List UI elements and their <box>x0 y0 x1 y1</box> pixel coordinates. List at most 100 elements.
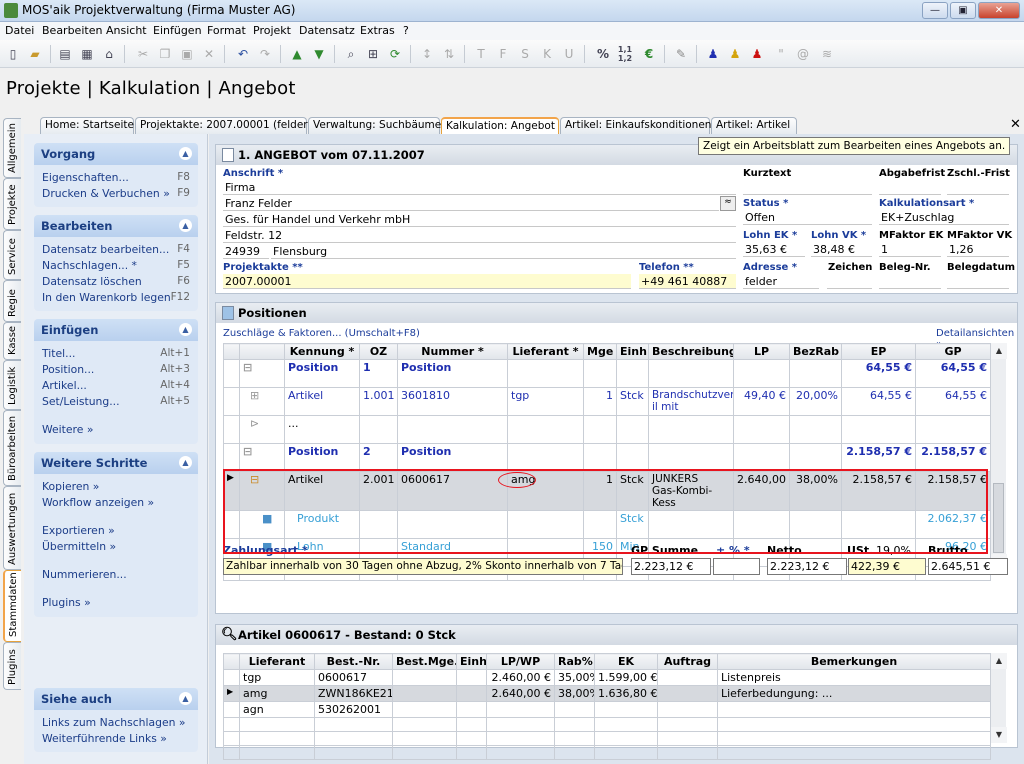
scroll-up-icon[interactable]: ▲ <box>991 653 1007 669</box>
cell-rab[interactable]: 38,00% <box>554 685 595 702</box>
refresh-icon[interactable]: ⟳ <box>386 45 404 63</box>
cell-lp-wp[interactable]: 2.460,00 € <box>486 669 555 686</box>
menu-help[interactable]: ? <box>403 24 409 37</box>
link-nachschlagen-links[interactable]: Links zum Nachschlagen » <box>42 716 186 729</box>
kurztext-field[interactable] <box>743 180 872 195</box>
tab-verwaltung[interactable]: Verwaltung: Suchbäume <box>308 117 441 134</box>
col-beschreibung[interactable]: Beschreibung <box>648 343 734 360</box>
sort-desc-icon[interactable]: ⇅ <box>440 45 458 63</box>
table-row[interactable]: ⊳ ... <box>223 415 991 444</box>
positions-scrollbar[interactable]: ▲ ▼ <box>990 343 1007 570</box>
link-drucken[interactable]: Drucken & Verbuchen » <box>42 187 170 200</box>
find-icon[interactable]: ⊞ <box>364 45 382 63</box>
cell-nummer[interactable]: Position <box>397 443 508 472</box>
cell-kennung[interactable]: Artikel <box>284 387 360 416</box>
table-row[interactable]: ⊟ Position 1 Position 64,55 € 64,55 € <box>223 359 991 388</box>
collapse-icon[interactable]: ▲ <box>179 323 192 336</box>
cell-kennung[interactable]: Position <box>284 443 360 472</box>
close-window-button[interactable]: ✕ <box>978 2 1020 19</box>
link-warenkorb[interactable]: In den Warenkorb legen <box>42 291 171 304</box>
maximize-button[interactable]: ▣ <box>950 2 976 19</box>
link-weiterfuehrende[interactable]: Weiterführende Links » <box>42 732 167 745</box>
sidetab-projekte[interactable]: Projekte <box>3 178 21 230</box>
cell-oz[interactable]: 2.001 <box>359 471 398 511</box>
col-lp[interactable]: LP <box>733 343 790 360</box>
cell-gp[interactable]: 2.158,57 € <box>915 443 991 472</box>
collapse-icon[interactable]: ▲ <box>179 147 192 160</box>
cell-nummer[interactable]: 0600617 <box>397 471 508 511</box>
link-exportieren[interactable]: Exportieren » <box>42 524 115 537</box>
minimize-button[interactable]: — <box>922 2 948 19</box>
cell-ep[interactable]: 64,55 € <box>841 387 916 416</box>
belegdatum-field[interactable] <box>947 274 1009 289</box>
cell-ek[interactable]: 1.599,00 € <box>594 669 658 686</box>
supplier-scrollbar[interactable]: ▲ ▼ <box>990 653 1007 743</box>
tab-einkaufskonditionen[interactable]: Artikel: Einkaufskonditionen <box>560 117 711 134</box>
tools-icon[interactable]: ✎ <box>672 45 690 63</box>
cell-einh[interactable]: Stck <box>616 387 649 416</box>
link-plugins[interactable]: Plugins » <box>42 596 91 609</box>
table-row[interactable]: tgp 0600617 2.460,00 € 35,00% 1.599,00 €… <box>223 669 991 686</box>
pct-field[interactable] <box>713 558 760 575</box>
menu-bearbeiten[interactable]: Bearbeiten <box>42 24 102 37</box>
redo-icon[interactable]: ↷ <box>256 45 274 63</box>
col-nummer[interactable]: Nummer * <box>397 343 508 360</box>
gp-summe-field[interactable]: 2.223,12 € <box>631 558 711 575</box>
menu-format[interactable]: Format <box>207 24 246 37</box>
menu-ansicht[interactable]: Ansicht <box>106 24 147 37</box>
sidetab-stammdaten[interactable]: Stammdaten <box>3 570 21 642</box>
cell-gp[interactable]: 64,55 € <box>915 387 991 416</box>
col-gp[interactable]: GP <box>915 343 991 360</box>
link-artikel[interactable]: Artikel... <box>42 379 87 392</box>
col-einh[interactable]: Einh <box>616 343 649 360</box>
percent-icon[interactable]: % <box>594 45 612 63</box>
cell-lieferant[interactable]: tgp <box>239 669 315 686</box>
move-up-icon[interactable]: ▲ <box>288 45 306 63</box>
scroll-up-icon[interactable]: ▲ <box>991 343 1007 359</box>
zschl-field[interactable] <box>947 180 1009 195</box>
print-icon[interactable]: ▤ <box>56 45 74 63</box>
quote-icon[interactable]: " <box>772 45 790 63</box>
lohn-ek-field[interactable]: 35,63 € <box>743 242 805 257</box>
link-set-leistung[interactable]: Set/Leistung... <box>42 395 120 408</box>
col-rab[interactable]: Rab% <box>554 653 595 670</box>
underline-icon[interactable]: U <box>560 45 578 63</box>
cell-best-nr[interactable]: ZWN186KE21 <box>314 685 393 702</box>
col-auftrag[interactable]: Auftrag <box>657 653 718 670</box>
link-nummerieren[interactable]: Nummerieren... <box>42 568 127 581</box>
cell-bezrab[interactable]: 38,00% <box>789 471 842 511</box>
sidetab-kasse[interactable]: Kasse <box>3 322 21 360</box>
ort-field[interactable]: Flensburg <box>271 244 736 259</box>
table-row[interactable]: ■ Produkt Stck 2.062,37 € <box>223 510 991 539</box>
cell-lieferant[interactable]: amg <box>498 471 584 511</box>
status-field[interactable]: Offen <box>743 210 872 225</box>
netto-field[interactable]: 2.223,12 € <box>767 558 847 575</box>
cell-best-nr[interactable]: 530262001 <box>314 701 393 718</box>
col-best-nr[interactable]: Best.-Nr. <box>314 653 393 670</box>
cell-ep[interactable]: 64,55 € <box>841 359 916 388</box>
lohn-vk-field[interactable]: 38,48 € <box>811 242 872 257</box>
link-datensatz-loeschen[interactable]: Datensatz löschen <box>42 275 142 288</box>
table-row[interactable] <box>223 745 991 760</box>
sidetab-service[interactable]: Service <box>3 230 21 280</box>
sidetab-logistik[interactable]: Logistik <box>3 360 21 410</box>
mfaktor-vk-field[interactable]: 1,26 <box>947 242 1009 257</box>
table-row-selected[interactable]: ▶ amg ZWN186KE21 2.640,00 € 38,00% 1.636… <box>223 685 991 702</box>
projektakte-field[interactable]: 2007.00001 <box>223 274 631 289</box>
cell-einh[interactable]: Stck <box>616 510 649 539</box>
address-line-3[interactable]: Ges. für Handel und Verkehr mbH <box>223 212 736 227</box>
adresse-field[interactable]: felder <box>743 274 819 289</box>
cell-beschreibung[interactable]: Brandschutzvent il mit <box>648 387 734 416</box>
col-ek[interactable]: EK <box>594 653 658 670</box>
cell-kennung[interactable]: Produkt <box>284 510 360 539</box>
scroll-down-icon[interactable]: ▼ <box>991 727 1007 743</box>
currency-icon[interactable]: € <box>640 45 658 63</box>
font-f-icon[interactable]: F <box>494 45 512 63</box>
cell-lieferant[interactable]: tgp <box>507 387 584 416</box>
cell-kennung[interactable]: Position <box>284 359 360 388</box>
email-icon[interactable]: @ <box>794 45 812 63</box>
sidetab-allgemein[interactable]: Allgemein <box>3 118 21 178</box>
cell-lp-wp[interactable]: 2.640,00 € <box>486 685 555 702</box>
new-icon[interactable]: ▯ <box>4 45 22 63</box>
search-icon[interactable]: ⌕ <box>342 45 360 63</box>
